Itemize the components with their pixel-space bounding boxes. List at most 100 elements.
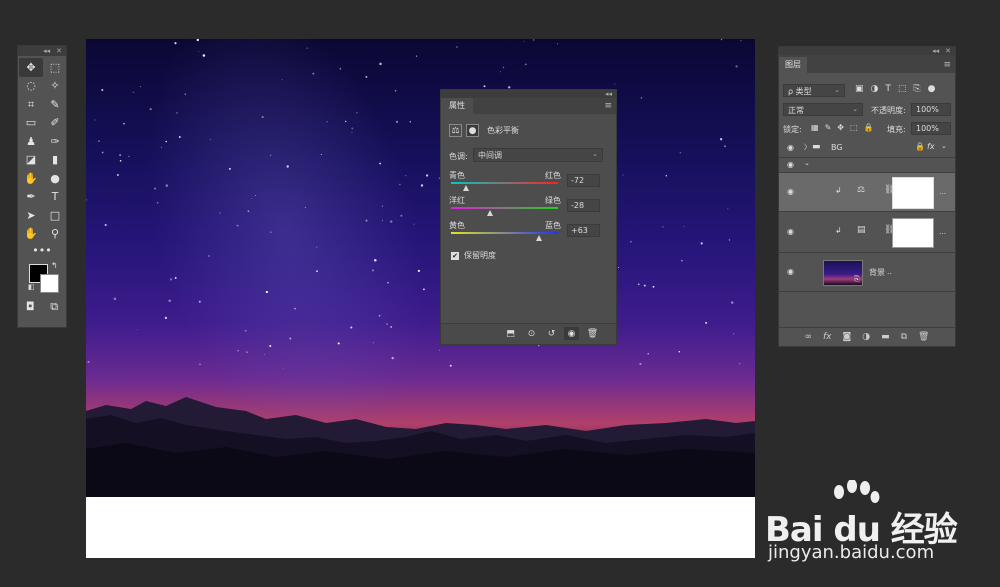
layer-mask-thumbnail[interactable] (892, 177, 934, 209)
delete-layer-icon[interactable]: 🗑 (918, 332, 929, 342)
balance-scale-icon: ⚖ (857, 185, 866, 195)
panel-menu-icon[interactable]: ≡ (604, 101, 612, 111)
filter-toggle-icon[interactable]: ● (928, 84, 936, 94)
layer-color-balance[interactable]: ◉ ↲ ⚖ ⛓ … (779, 173, 955, 212)
blur-tool-icon[interactable]: ✋ (19, 169, 43, 188)
tools-panel: ◂◂ ✕ ✥ ⬚ ◌ ✧ ⌗ ✎ ▭ ✐ ♟ ✑ ◪ ▮ ✋ ● ✒ T ➤ □ ✋ ⚲ ••• ◧ ↰ ◘ ⧉ (17, 45, 67, 328)
color-slider-track[interactable] (451, 232, 558, 234)
slider-value-field[interactable]: -28 (567, 199, 600, 212)
chevron-down-icon: ⌄ (834, 86, 840, 94)
delete-icon[interactable]: 🗑 (585, 327, 600, 340)
pen-tool-icon[interactable]: ✒ (19, 188, 43, 207)
visibility-eye-icon[interactable]: ◉ (564, 327, 579, 340)
lock-move-icon[interactable]: ✥ (837, 123, 844, 132)
clip-to-layer-icon[interactable]: ⬒ (503, 327, 518, 340)
collapse-icon[interactable]: ◂◂ (605, 90, 612, 98)
layer-levels[interactable]: ◉ ↲ ▤ ⛓ … (779, 212, 955, 253)
hand-tool-icon[interactable]: ✋ (19, 225, 43, 244)
preserve-luminosity-checkbox[interactable]: ✔ (451, 251, 459, 260)
lock-transparent-icon[interactable]: ▦ (811, 123, 819, 132)
lock-paint-icon[interactable]: ✎ (825, 123, 832, 132)
star (724, 145, 726, 147)
star (174, 42, 177, 45)
opacity-field[interactable]: 100% (911, 103, 951, 116)
smart-filter-icon[interactable]: ⎘ (913, 84, 920, 94)
more-tools-icon[interactable]: ••• (18, 243, 66, 257)
link-layers-icon[interactable]: ∞ (805, 332, 813, 342)
star (119, 154, 121, 156)
adjustment-filter-icon[interactable]: ◑ (871, 84, 879, 94)
shape-filter-icon[interactable]: ⬚ (898, 84, 907, 94)
add-mask-icon[interactable]: ◙ (843, 332, 852, 342)
type-filter-icon[interactable]: T (885, 84, 891, 94)
shape-tool-icon[interactable]: □ (43, 206, 67, 225)
star (289, 337, 292, 340)
crop-tool-icon[interactable]: ⌗ (19, 95, 43, 114)
properties-panel: ◂◂ 属性 ≡ ⚖ ● 色彩平衡 色调: 中间调 ⌄ 青色 红色 -72 洋红 绿色 -2… (440, 89, 617, 345)
levels-icon: ▤ (857, 225, 866, 235)
zoom-tool-icon[interactable]: ⚲ (43, 225, 67, 244)
mask-icon[interactable]: ● (466, 124, 479, 137)
eraser-tool-icon[interactable]: ◪ (19, 151, 43, 170)
layer-filter-select[interactable]: ρ 类型 ⌄ (783, 84, 845, 97)
dodge-tool-icon[interactable]: ● (43, 169, 67, 188)
collapse-icon[interactable]: ◂◂ (932, 47, 939, 55)
background-color[interactable] (40, 274, 59, 293)
type-tool-icon[interactable]: T (43, 188, 67, 207)
eye-icon[interactable]: ◉ (787, 160, 794, 169)
blend-mode-select[interactable]: 正常 ⌄ (783, 103, 863, 116)
layer-mask-thumbnail[interactable] (892, 218, 934, 248)
quick-mask-icon[interactable]: ◘ (26, 301, 35, 312)
slider-thumb[interactable] (535, 235, 542, 241)
brush-tool-icon[interactable]: ✐ (43, 114, 67, 133)
close-icon[interactable]: ✕ (945, 47, 951, 55)
new-layer-icon[interactable]: ⧉ (901, 332, 907, 342)
layer-group-bg[interactable]: ◉ 〉 ▬ BG 🔒 fx ⌄ (779, 139, 955, 158)
lock-all-icon[interactable]: 🔒 (864, 123, 874, 132)
lasso-tool-icon[interactable]: ◌ (19, 77, 43, 96)
fill-field[interactable]: 100% (911, 122, 951, 135)
default-colors-icon[interactable]: ◧ (28, 283, 35, 291)
slider-value-field[interactable]: +63 (567, 224, 600, 237)
reset-icon[interactable]: ↺ (544, 327, 559, 340)
slider-thumb[interactable] (462, 185, 469, 191)
view-previous-icon[interactable]: ⊙ (524, 327, 539, 340)
fx-icon[interactable]: fx (823, 332, 832, 342)
marquee-tool-icon[interactable]: ⬚ (43, 58, 67, 77)
pixel-filter-icon[interactable]: ▣ (855, 84, 864, 94)
new-group-icon[interactable]: ▬ (881, 332, 890, 342)
slider-value-field[interactable]: -72 (567, 174, 600, 187)
swap-colors-icon[interactable]: ↰ (51, 261, 58, 270)
baidu-watermark: Bai du 经验 jingyan.baidu.com (765, 480, 985, 570)
close-icon[interactable]: ✕ (56, 47, 62, 55)
stamp-tool-icon[interactable]: ♟ (19, 132, 43, 151)
star (263, 354, 265, 356)
tab-layers[interactable]: 图层 (779, 57, 807, 73)
eye-icon[interactable]: ◉ (787, 187, 794, 196)
document-canvas[interactable] (86, 39, 755, 558)
slider-thumb[interactable] (486, 210, 493, 216)
chevron-down-icon[interactable]: ⌄ (804, 159, 810, 167)
color-slider-track[interactable] (451, 207, 558, 209)
new-adjustment-icon[interactable]: ◑ (862, 332, 870, 342)
magic-wand-tool-icon[interactable]: ✧ (43, 77, 67, 96)
frame-tool-icon[interactable]: ▭ (19, 114, 43, 133)
eye-icon[interactable]: ◉ (787, 267, 794, 276)
preserve-luminosity-row[interactable]: ✔ 保留明度 (451, 250, 496, 261)
chevron-right-icon[interactable]: 〉 (804, 142, 811, 152)
layer-background[interactable]: ◉ ⎘ 背景 .. (779, 253, 955, 292)
move-tool-icon[interactable]: ✥ (19, 58, 43, 77)
lock-artboard-icon[interactable]: ⬚ (850, 123, 858, 132)
history-brush-tool-icon[interactable]: ✑ (43, 132, 67, 151)
screen-mode-icon[interactable]: ⧉ (50, 301, 58, 312)
path-select-tool-icon[interactable]: ➤ (19, 206, 43, 225)
eyedropper-tool-icon[interactable]: ✎ (43, 95, 67, 114)
panel-menu-icon[interactable]: ≡ (943, 60, 951, 70)
eye-icon[interactable]: ◉ (787, 143, 794, 152)
color-slider-track[interactable] (451, 182, 558, 184)
collapse-icon[interactable]: ◂◂ (43, 47, 50, 55)
gradient-tool-icon[interactable]: ▮ (43, 151, 67, 170)
eye-icon[interactable]: ◉ (787, 227, 794, 236)
tone-select[interactable]: 中间调 ⌄ (473, 148, 603, 162)
tab-properties[interactable]: 属性 (441, 98, 473, 114)
